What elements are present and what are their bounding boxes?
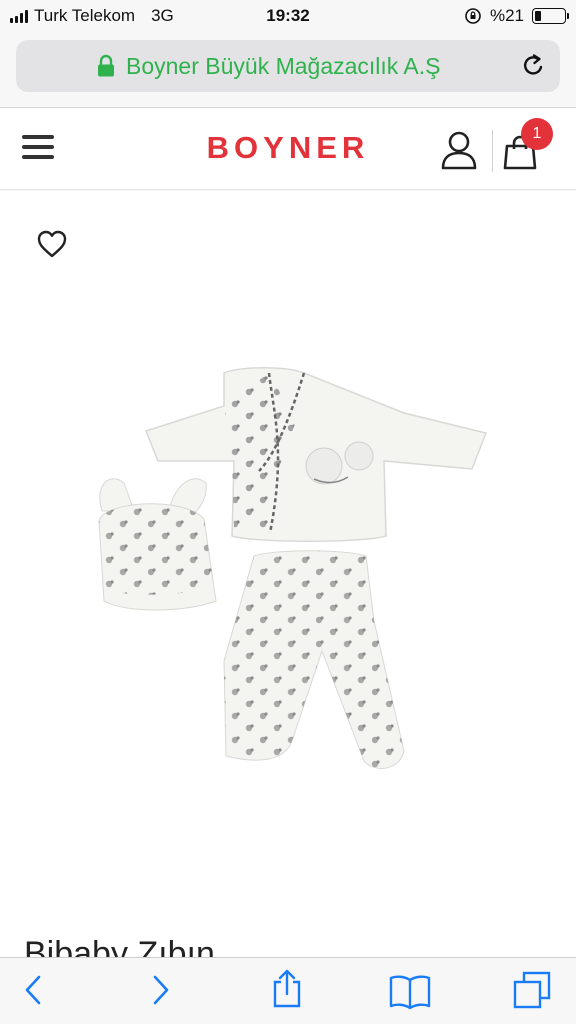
status-right: %21	[464, 6, 569, 26]
site-header: BOYNER	[0, 108, 576, 190]
address-text: Boyner Büyük Mağazacılık A.Ş	[126, 53, 441, 79]
reload-icon[interactable]	[520, 52, 548, 80]
brand-logo[interactable]: BOYNER	[0, 130, 576, 166]
product-pants-shape	[223, 550, 405, 769]
book-icon[interactable]	[388, 972, 432, 1010]
header-divider	[492, 130, 493, 172]
battery-percent: %21	[489, 6, 524, 25]
battery-fill	[535, 11, 541, 21]
tabs-icon[interactable]	[512, 970, 552, 1010]
browser-address-area: Boyner Büyük Mağazacılık A.Ş	[0, 32, 576, 108]
share-icon[interactable]	[270, 968, 304, 1008]
product-title: Bibaby Zıbın	[24, 935, 215, 957]
user-icon[interactable]	[440, 130, 478, 170]
browser-toolbar	[0, 957, 576, 1024]
battery-icon	[532, 8, 569, 24]
address-bar[interactable]: Boyner Büyük Mağazacılık A.Ş	[16, 40, 560, 92]
lock-icon	[98, 54, 114, 77]
heart-icon[interactable]	[36, 229, 68, 259]
chevron-right-icon[interactable]	[150, 972, 172, 1008]
status-bar: Turk Telekom 3G 19:32 %21	[0, 0, 576, 32]
orientation-lock-icon	[465, 8, 481, 24]
cart-count-badge[interactable]: 1	[521, 118, 553, 150]
product-area: Bibaby Zıbın	[0, 191, 576, 957]
chevron-left-icon[interactable]	[22, 972, 44, 1008]
product-image[interactable]	[74, 361, 494, 791]
product-hat-shape	[98, 478, 217, 611]
